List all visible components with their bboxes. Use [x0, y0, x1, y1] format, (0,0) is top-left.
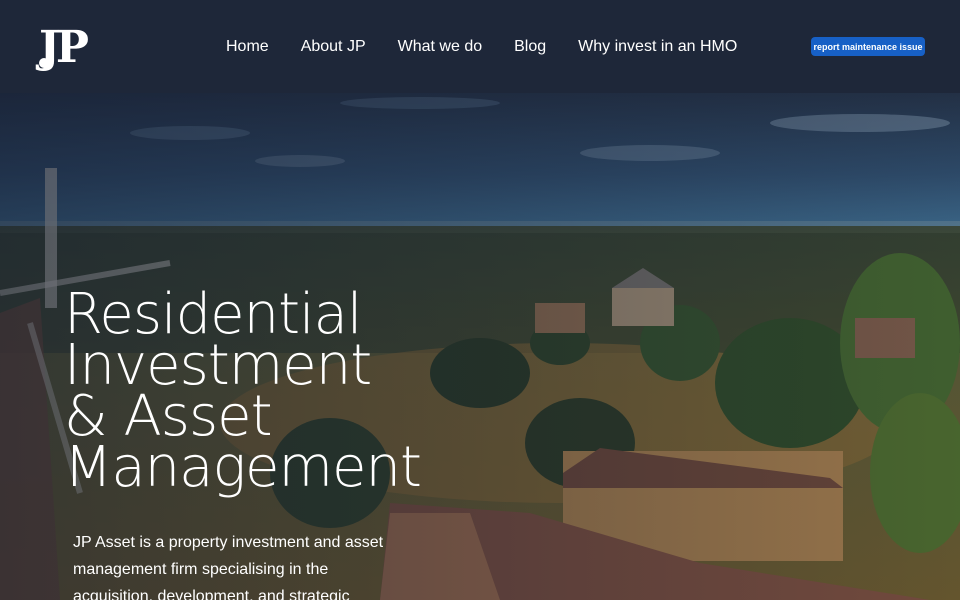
logo-dot-icon — [39, 58, 49, 68]
nav-item-what-we-do[interactable]: What we do — [398, 38, 482, 56]
hero-title: Residential Investment & Asset Managemen… — [64, 287, 484, 500]
main-nav: Home About JP What we do Blog Why invest… — [210, 33, 753, 61]
site-header: JP Home About JP What we do Blog Why inv… — [0, 0, 960, 93]
hero-description: JP Asset is a property investment and as… — [73, 534, 384, 600]
nav-item-home[interactable]: Home — [226, 38, 269, 56]
nav-item-blog[interactable]: Blog — [514, 38, 546, 56]
report-maintenance-button[interactable]: report maintenance issue — [811, 37, 925, 56]
nav-item-why-invest-hmo[interactable]: Why invest in an HMO — [578, 38, 737, 56]
hero-section: Residential Investment & Asset Managemen… — [0, 93, 960, 600]
hero-title-line: Management — [64, 435, 422, 500]
nav-item-about[interactable]: About JP — [301, 38, 366, 56]
